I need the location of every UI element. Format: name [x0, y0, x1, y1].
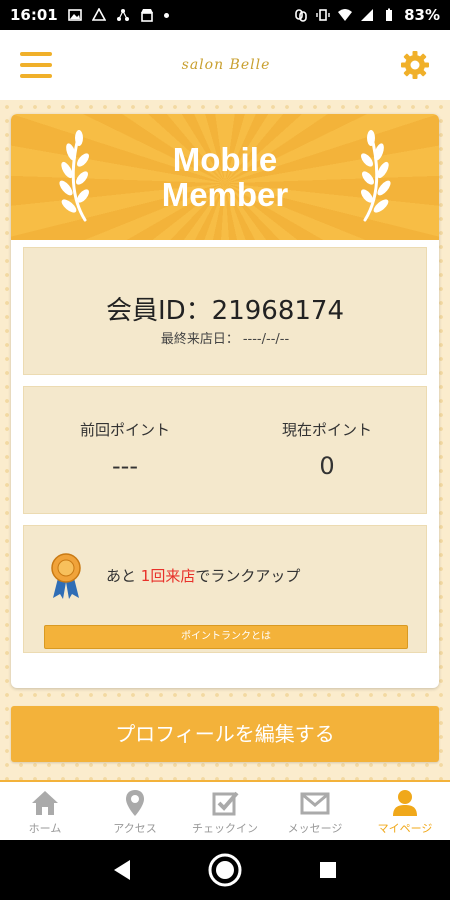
member-id-value: 21968174 — [211, 296, 345, 326]
nav-label-mypage: マイページ — [377, 822, 433, 835]
points-panel: 前回ポイント --- 現在ポイント 0 — [23, 386, 427, 514]
nav-label-checkin: チェックイン — [192, 822, 258, 835]
point-rank-info-button[interactable]: ポイントランクとは — [44, 625, 408, 649]
last-visit-label: 最終来店日： — [160, 332, 239, 347]
share-notification-icon — [116, 9, 129, 21]
rank-visits-highlight: 1回来店 — [140, 567, 196, 585]
rank-prefix: あと — [106, 567, 137, 585]
nav-label-home: ホーム — [28, 822, 62, 835]
nav-item-access[interactable]: アクセス — [90, 782, 180, 840]
nav-label-access: アクセス — [113, 822, 157, 835]
nav-item-home[interactable]: ホーム — [0, 782, 90, 840]
nav-item-mypage[interactable]: マイページ — [360, 782, 450, 840]
member-id: 会員ID：21968174 — [24, 290, 426, 327]
current-points-value: 0 — [319, 452, 335, 480]
edit-profile-button[interactable]: プロフィールを編集する — [11, 706, 439, 762]
nav-item-checkin[interactable]: チェックイン — [180, 782, 270, 840]
laurel-right-icon — [361, 130, 391, 222]
battery-icon — [386, 8, 393, 21]
card-title-line2: Member — [161, 176, 289, 213]
laurel-left-icon — [59, 130, 89, 222]
home-circle-icon — [208, 853, 242, 887]
previous-points-value: --- — [112, 452, 138, 480]
image-notification-icon — [67, 9, 82, 21]
vibrate-icon — [316, 9, 330, 21]
wifi-icon — [338, 9, 353, 21]
rank-suffix: でランクアップ — [195, 567, 301, 585]
nav-label-message: メッセージ — [287, 822, 343, 835]
store-notification-icon — [140, 9, 153, 22]
map-pin-icon — [126, 790, 144, 816]
recents-button[interactable] — [311, 853, 345, 887]
previous-points-label: 前回ポイント — [79, 421, 170, 439]
bottom-nav: ホーム アクセス チェックイン メッセージ マイページ — [0, 780, 450, 840]
back-button[interactable] — [105, 853, 139, 887]
member-card: Mobile Member 会員ID：21968174 最終来店日： ----/… — [11, 114, 439, 688]
member-id-panel: 会員ID：21968174 最終来店日： ----/--/-- — [23, 247, 427, 375]
last-visit: 最終来店日： ----/--/-- — [24, 328, 426, 347]
hamburger-menu-icon[interactable] — [20, 52, 52, 78]
current-points-label: 現在ポイント — [281, 421, 372, 439]
more-notifications-icon — [163, 12, 169, 18]
recents-square-icon — [320, 862, 337, 878]
current-points: 現在ポイント 0 — [226, 419, 428, 480]
member-id-label: 会員ID： — [105, 296, 212, 326]
envelope-icon — [300, 792, 330, 815]
person-icon — [393, 790, 417, 816]
last-visit-value: ----/--/-- — [242, 332, 290, 347]
app-title: salon Belle — [181, 57, 271, 73]
app-bar: salon Belle — [0, 30, 450, 100]
card-title: Mobile Member — [162, 142, 289, 212]
link-icon — [295, 9, 307, 22]
medal-icon — [51, 553, 81, 599]
nav-item-message[interactable]: メッセージ — [270, 782, 360, 840]
battery-percent: 83% — [404, 6, 440, 24]
rank-panel: あと 1回来店でランクアップ ポイントランクとは — [23, 525, 427, 653]
drive-notification-icon — [91, 8, 106, 21]
status-time: 16:01 — [10, 6, 58, 24]
card-header: Mobile Member — [11, 114, 439, 240]
gear-icon[interactable] — [400, 50, 430, 80]
rank-up-text: あと 1回来店でランクアップ — [106, 565, 300, 586]
main-content: Mobile Member 会員ID：21968174 最終来店日： ----/… — [0, 100, 450, 780]
checkbox-icon — [212, 791, 239, 816]
back-triangle-icon — [113, 860, 130, 880]
home-icon — [32, 791, 58, 815]
signal-icon — [361, 9, 374, 21]
home-button[interactable] — [208, 853, 242, 887]
status-bar: 16:01 83% — [0, 0, 450, 30]
previous-points: 前回ポイント --- — [24, 419, 226, 480]
card-title-line1: Mobile — [172, 141, 278, 178]
system-nav-bar — [0, 840, 450, 900]
